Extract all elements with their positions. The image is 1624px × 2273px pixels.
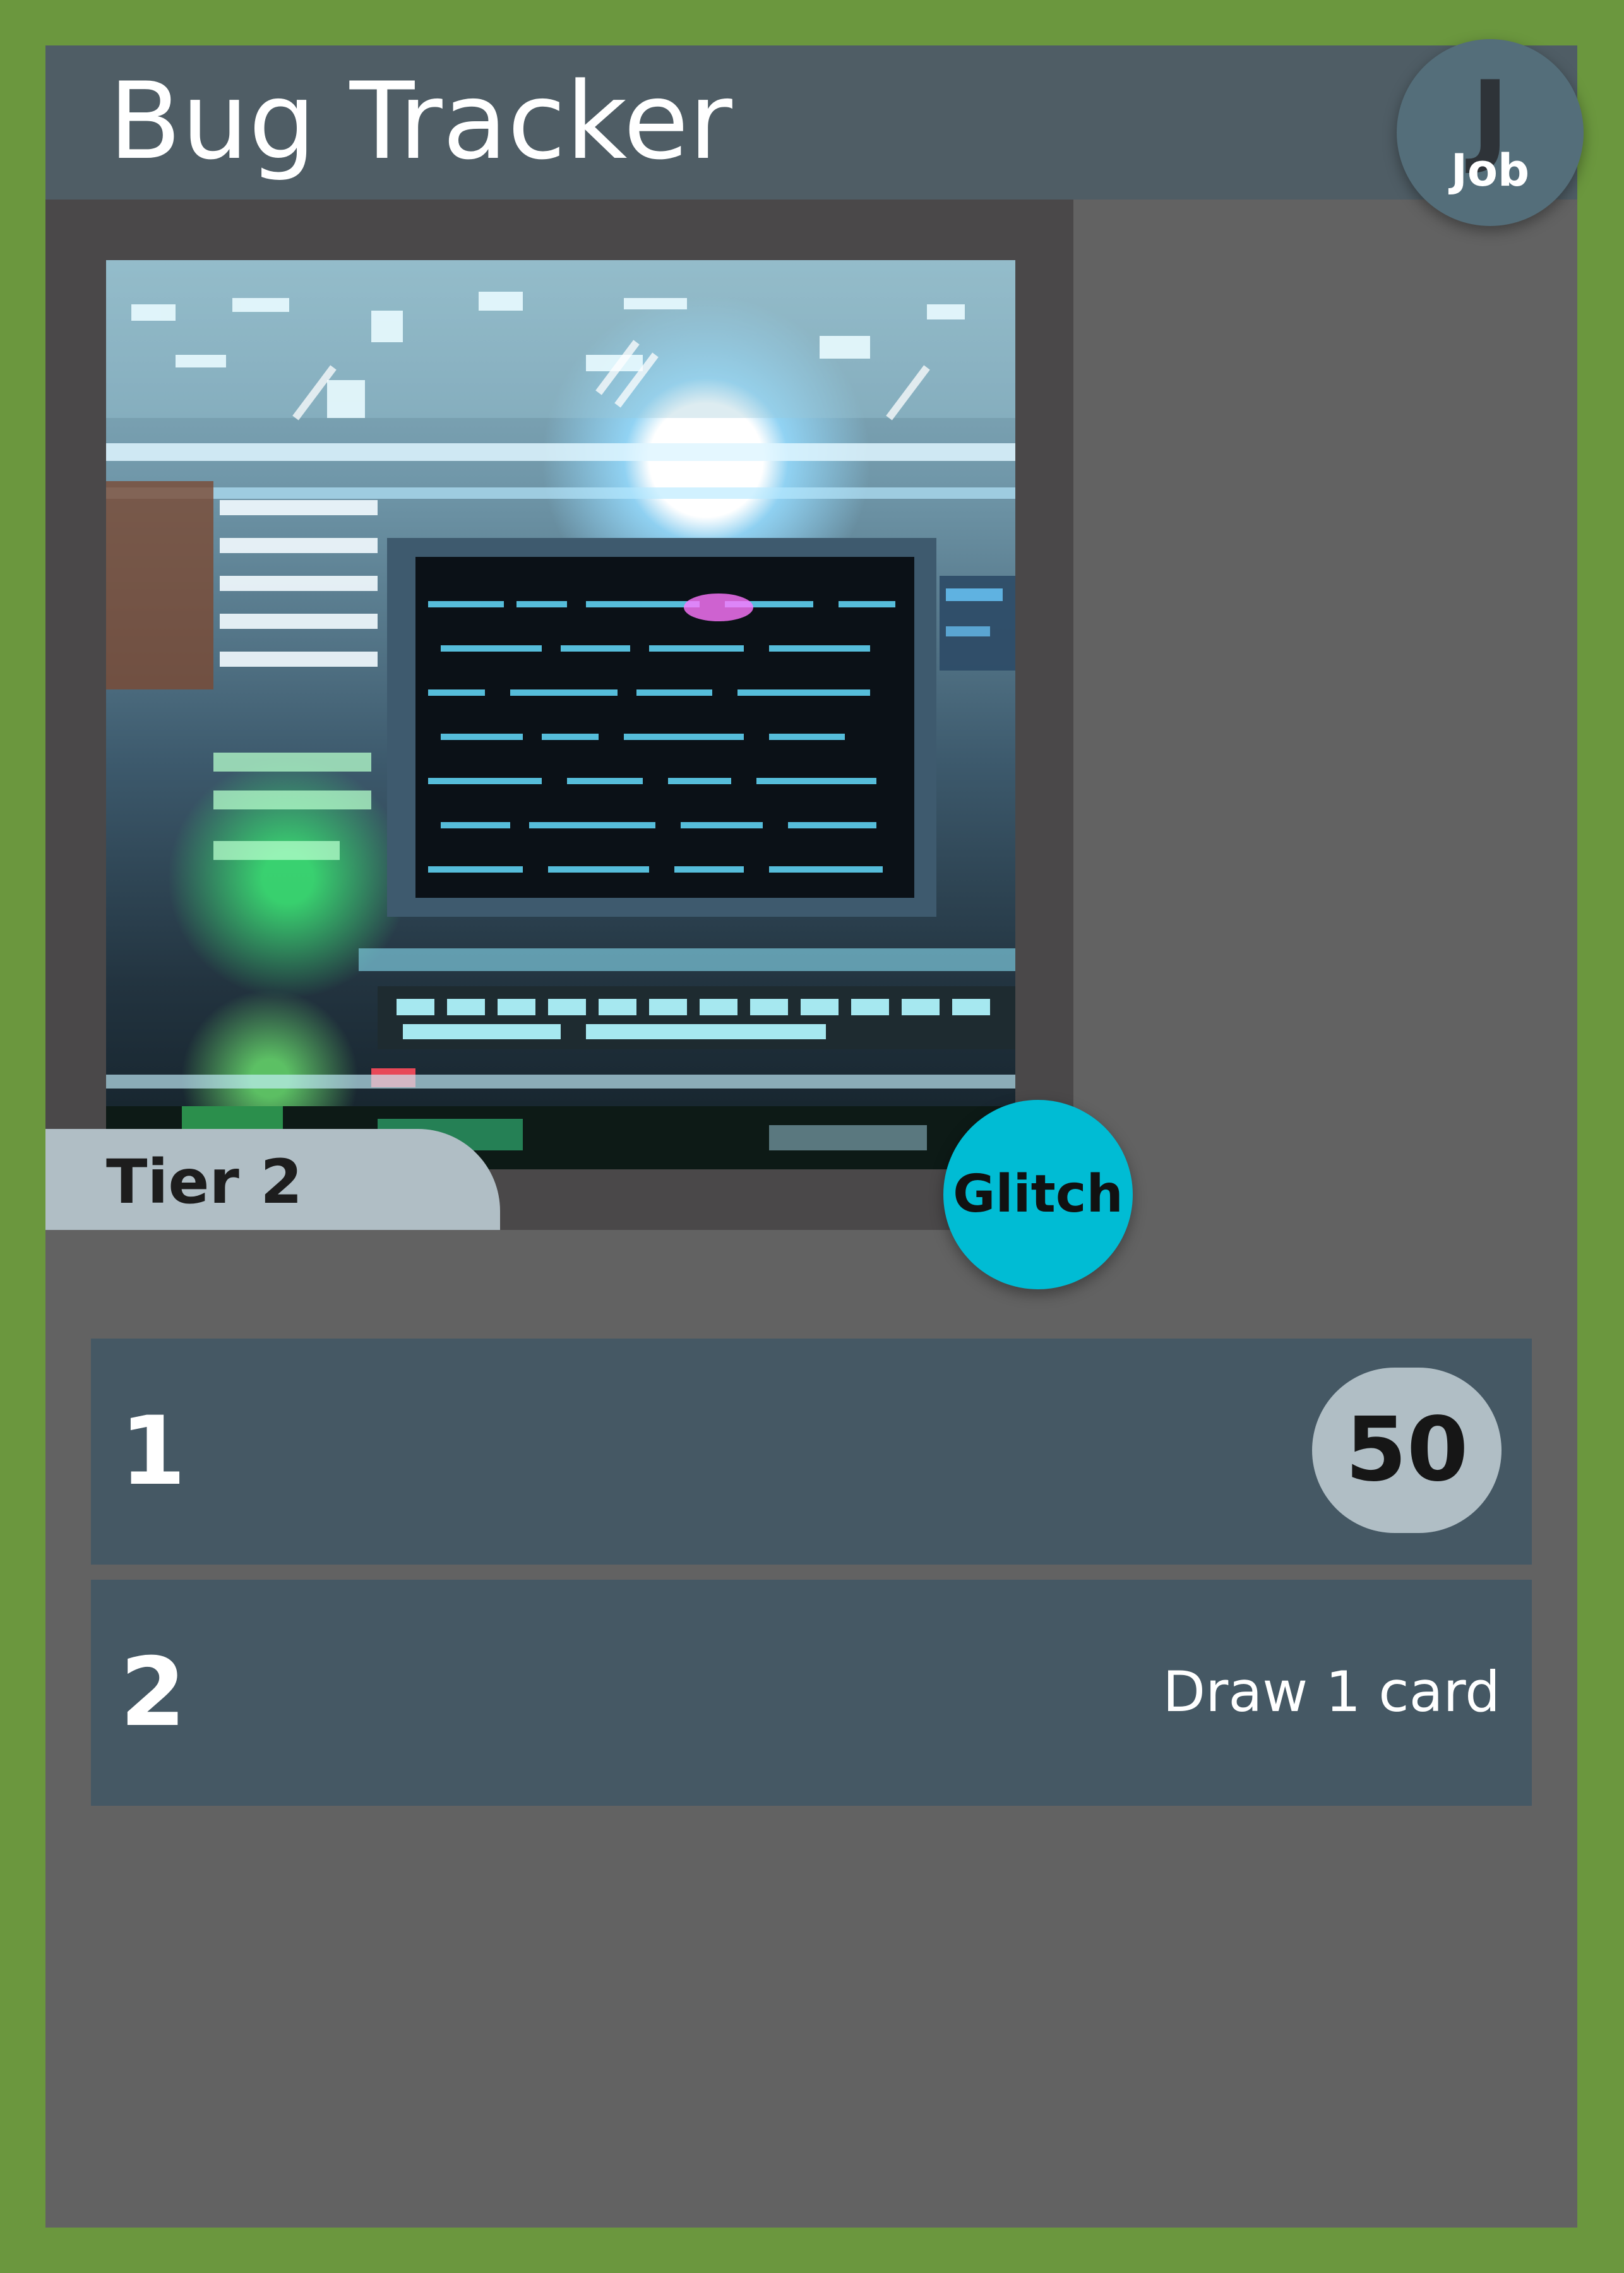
ability-number: 1 — [120, 1397, 186, 1506]
keyword-badge: Glitch — [943, 1100, 1133, 1289]
tier-label: Tier 2 — [106, 1147, 303, 1217]
card-art-image — [106, 260, 1015, 1169]
keyword-label: Glitch — [953, 1164, 1123, 1224]
sci-fi-computer-illustration — [106, 260, 1015, 1169]
card-type-label: Job — [1450, 145, 1530, 196]
game-card[interactable]: Bug Tracker J Job Tier 2 Glitch 1 50 2 D… — [45, 39, 1584, 2228]
ability-number: 2 — [120, 1638, 186, 1748]
card-type-badge: J Job — [1397, 39, 1584, 226]
card-title: Bug Tracker — [109, 59, 732, 183]
card-title-bar: Bug Tracker — [45, 45, 1577, 200]
card-art-frame — [45, 200, 1073, 1230]
ability-row-2[interactable]: 2 Draw 1 card — [91, 1580, 1532, 1806]
ability-row-1[interactable]: 1 50 — [91, 1339, 1532, 1565]
ability-effect-text: Draw 1 card — [1162, 1659, 1500, 1724]
ability-value-pill: 50 — [1312, 1368, 1502, 1533]
tier-tab: Tier 2 — [45, 1129, 500, 1230]
